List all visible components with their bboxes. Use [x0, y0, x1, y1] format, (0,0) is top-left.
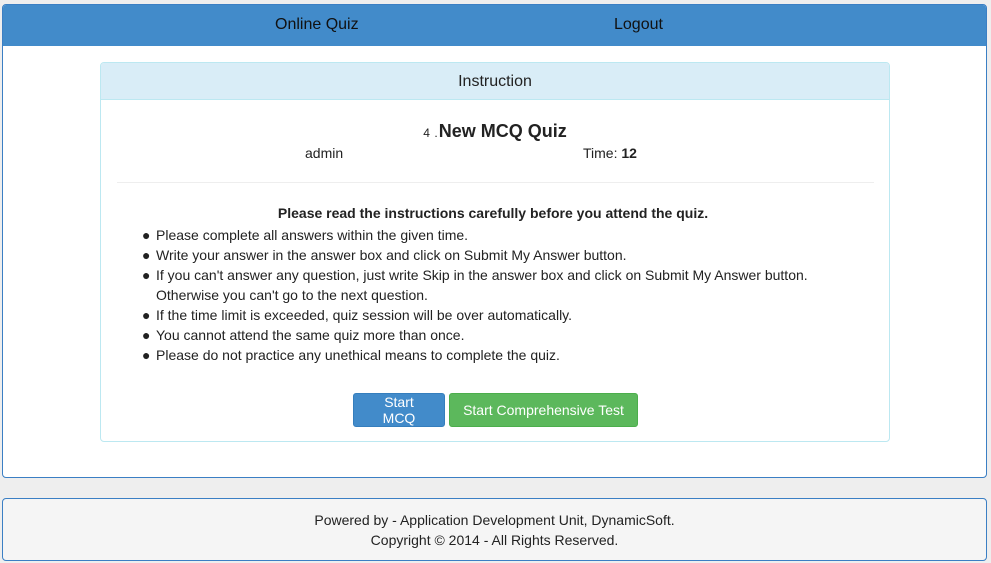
divider: [117, 182, 874, 183]
list-item: ● If the time limit is exceeded, quiz ses…: [141, 305, 841, 325]
quiz-name: New MCQ Quiz: [438, 121, 567, 141]
list-item: ● Write your answer in the answer box and…: [141, 245, 841, 265]
list-item-text: If you can't answer any question, just w…: [156, 267, 808, 303]
nav-online-quiz-link[interactable]: Online Quiz: [275, 16, 359, 34]
quiz-author: admin: [305, 145, 344, 161]
list-item-text: Please do not practice any unethical mea…: [156, 347, 560, 363]
instructions-heading: Please read the instructions carefully b…: [277, 205, 709, 221]
bullet-icon: ●: [142, 267, 151, 283]
quiz-number-separator: .: [434, 126, 438, 140]
list-item-text: If the time limit is exceeded, quiz sess…: [156, 307, 573, 323]
app-frame: Online Quiz Logout Instruction 4 .New MC…: [2, 4, 987, 478]
footer-copyright: Copyright © 2014 - All Rights Reserved.: [370, 532, 619, 548]
bullet-icon: ●: [142, 327, 151, 343]
panel-heading: Instruction: [101, 63, 889, 100]
footer-powered-by: Powered by - Application Development Uni…: [314, 512, 675, 528]
bullet-icon: ●: [142, 347, 151, 363]
start-mcq-button[interactable]: Start MCQ: [353, 393, 445, 427]
instructions-list: ● Please complete all answers within the …: [141, 225, 841, 365]
list-item: ● Please do not practice any unethical me…: [141, 345, 841, 365]
list-item-text: You cannot attend the same quiz more tha…: [156, 327, 465, 343]
bullet-icon: ●: [142, 307, 151, 323]
time-value: 12: [621, 145, 637, 161]
top-navbar: Online Quiz Logout: [3, 5, 986, 46]
quiz-title: 4 .New MCQ Quiz: [101, 121, 889, 142]
list-item-text: Please complete all answers within the g…: [156, 227, 469, 243]
footer: Powered by - Application Development Uni…: [2, 498, 987, 561]
nav-logout-link[interactable]: Logout: [614, 16, 663, 34]
start-comprehensive-test-button[interactable]: Start Comprehensive Test: [449, 393, 638, 427]
list-item-text: Write your answer in the answer box and …: [156, 247, 627, 263]
list-item: ● If you can't answer any question, just …: [141, 265, 841, 305]
time-label: Time:: [583, 145, 618, 161]
list-item: ● You cannot attend the same quiz more th…: [141, 325, 841, 345]
instruction-panel: Instruction 4 .New MCQ Quiz admin Time: …: [100, 62, 890, 442]
quiz-time: Time: 12: [583, 145, 637, 161]
quiz-number: 4: [423, 126, 430, 140]
bullet-icon: ●: [142, 247, 151, 263]
list-item: ● Please complete all answers within the …: [141, 225, 841, 245]
bullet-icon: ●: [142, 227, 151, 243]
